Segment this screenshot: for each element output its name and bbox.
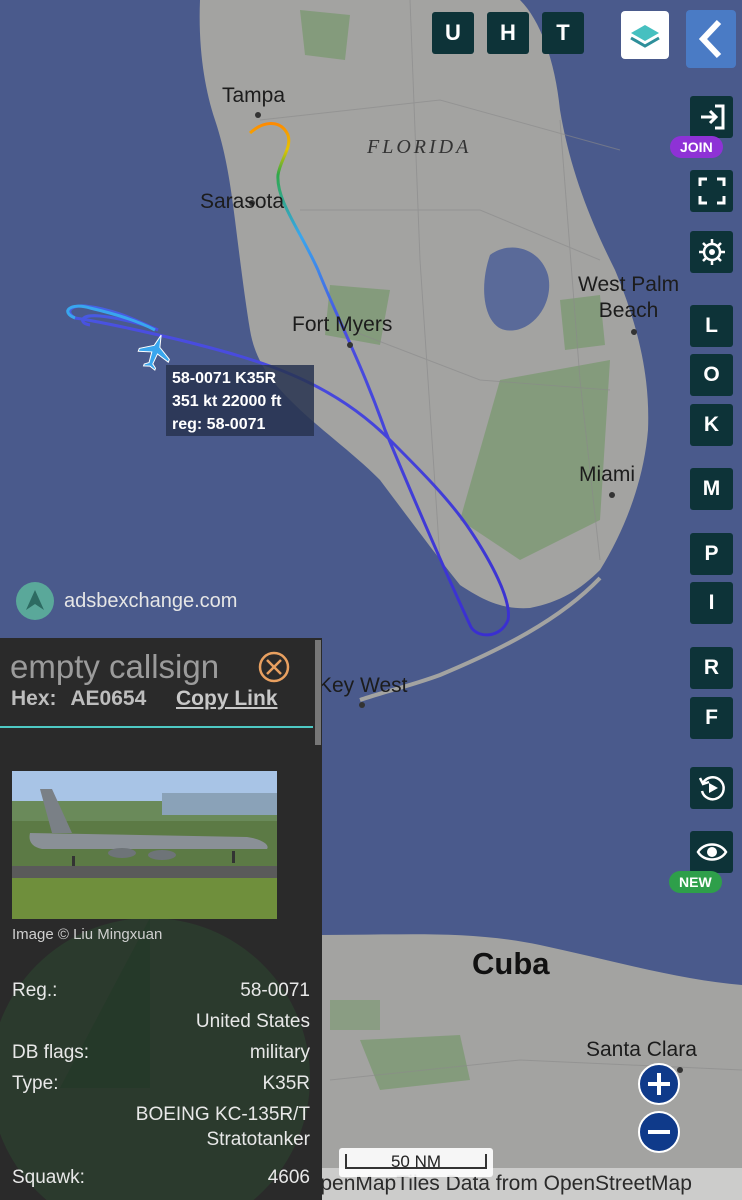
- side-button-l[interactable]: L: [690, 305, 733, 347]
- panel-scrollbar[interactable]: [315, 640, 321, 745]
- replay-button[interactable]: [690, 767, 733, 809]
- aircraft-label-line1: 58-0071 K35R: [172, 370, 277, 387]
- top-button-u[interactable]: U: [432, 12, 474, 54]
- squawk-label: Squawk:: [12, 1167, 85, 1188]
- city-label-fort-myers: Fort Myers: [292, 313, 393, 336]
- adsbexchange-logo-text: adsbexchange.com: [64, 589, 238, 612]
- login-arrow-icon: [700, 104, 724, 130]
- hex-row: Hex: AE0654: [11, 687, 146, 711]
- panel-divider: [0, 726, 313, 728]
- fullscreen-icon: [698, 177, 725, 205]
- city-label-key-west: Key West: [318, 674, 408, 697]
- top-button-h[interactable]: H: [487, 12, 529, 54]
- country-label-cuba: Cuba: [472, 946, 550, 981]
- image-credit[interactable]: Image © Liu Mingxuan: [12, 926, 162, 943]
- type-description-2: Stratotanker: [206, 1129, 311, 1150]
- layers-button[interactable]: [621, 11, 669, 59]
- country-value: United States: [195, 1011, 310, 1032]
- aircraft-label-line3: reg: 58-0071: [172, 416, 266, 433]
- side-button-p[interactable]: P: [690, 533, 733, 575]
- dbflags-label: DB flags:: [12, 1042, 90, 1063]
- hex-label: Hex:: [11, 687, 57, 710]
- adsbexchange-logo: adsbexchange.com: [16, 582, 237, 620]
- top-button-t[interactable]: T: [542, 12, 584, 54]
- copy-link[interactable]: Copy Link: [176, 687, 278, 711]
- fullscreen-button[interactable]: [690, 170, 733, 212]
- side-button-m[interactable]: M: [690, 468, 733, 510]
- aircraft-label[interactable]: 58-0071 K35R 351 kt 22000 ft reg: 58-007…: [166, 365, 314, 436]
- type-description-1: BOEING KC-135R/T: [135, 1104, 310, 1125]
- squawk-value: 4606: [267, 1167, 310, 1188]
- aircraft-label-line2: 351 kt 22000 ft: [172, 393, 282, 410]
- zoom-out-button[interactable]: [638, 1111, 680, 1153]
- join-badge[interactable]: JOIN: [670, 136, 723, 158]
- callsign-title: empty callsign: [10, 648, 220, 685]
- zoom-in-button[interactable]: [638, 1063, 680, 1105]
- reg-label: Reg.:: [12, 980, 58, 1001]
- aircraft-info-panel[interactable]: empty callsign Hex: AE0654 Copy Link Ima…: [0, 638, 322, 1200]
- city-label-west-palm-beach: West Palm Beach: [578, 273, 680, 322]
- hex-value: AE0654: [70, 687, 147, 710]
- city-label-miami: Miami: [579, 463, 635, 486]
- adsbexchange-logo-icon: [16, 582, 54, 620]
- scale-bar-label: 50 NM: [390, 1152, 442, 1171]
- zoom-in-icon: [648, 1073, 670, 1095]
- layers-icon: [630, 25, 660, 48]
- side-button-k[interactable]: K: [690, 404, 733, 446]
- settings-button[interactable]: [690, 231, 733, 273]
- side-button-f[interactable]: F: [690, 697, 733, 739]
- eye-icon: [696, 843, 727, 861]
- city-label-tampa: Tampa: [222, 84, 286, 107]
- close-circle-icon: [258, 651, 290, 683]
- state-label-florida: FLORIDA: [367, 136, 472, 158]
- type-value: K35R: [262, 1073, 310, 1094]
- side-button-o[interactable]: O: [690, 354, 733, 396]
- view-button[interactable]: [690, 831, 733, 873]
- back-chevron-icon: [698, 19, 722, 59]
- dbflags-value: military: [249, 1042, 310, 1063]
- type-label: Type:: [12, 1073, 59, 1094]
- join-button[interactable]: [690, 96, 733, 138]
- close-panel-button[interactable]: [257, 650, 291, 684]
- reg-value: 58-0071: [240, 980, 310, 1001]
- aircraft-photo[interactable]: [12, 771, 277, 919]
- scale-bar: 50 NM: [339, 1148, 493, 1177]
- city-label-santa-clara: Santa Clara: [586, 1038, 697, 1061]
- side-button-r[interactable]: R: [690, 647, 733, 689]
- zoom-out-icon: [648, 1130, 670, 1134]
- side-button-i[interactable]: I: [690, 582, 733, 624]
- back-button[interactable]: [686, 10, 736, 68]
- replay-icon: [698, 776, 725, 801]
- city-label-sarasota: Sarasota: [200, 190, 285, 213]
- new-badge[interactable]: NEW: [669, 871, 722, 893]
- gear-icon: [698, 239, 725, 265]
